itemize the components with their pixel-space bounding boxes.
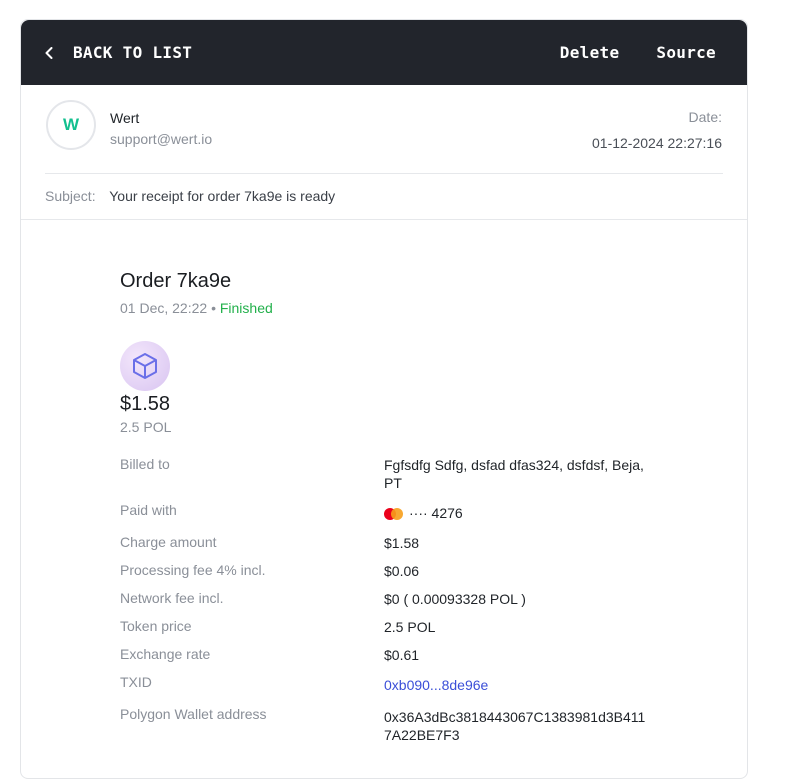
txid-link[interactable]: 0xb090...8de96e — [384, 677, 488, 693]
order-status: Finished — [219, 300, 273, 316]
subject-text: Your receipt for order 7ka9e is ready — [109, 188, 336, 204]
charge-amount-value: $1.58 — [384, 535, 420, 551]
paid-with-value: ···· 4276 — [409, 505, 463, 521]
cube-icon — [133, 353, 157, 379]
detail-row-wallet: Polygon Wallet address 0x36A3dBc38184430… — [120, 706, 680, 752]
meta-separator: • — [211, 300, 216, 316]
sender-avatar: W — [46, 100, 96, 150]
chevron-left-icon — [45, 46, 53, 59]
mastercard-icon — [384, 508, 403, 521]
email-viewer-card: BACK TO LIST Delete Source W Wert suppor… — [20, 19, 748, 779]
billed-to-value: Fgfsdfg Sdfg, dsfad dfas324, dsfdsf, Bej… — [384, 457, 644, 491]
date-value: 01-12-2024 22:27:16 — [592, 135, 722, 151]
date-label: Date: — [688, 109, 722, 125]
order-amount: $1.58 — [120, 393, 171, 415]
detail-row-token-price: Token price 2.5 POL — [120, 618, 680, 646]
paid-with-value-cell: ···· 4276 — [384, 502, 654, 534]
detail-row-charge-amount: Charge amount $1.58 — [120, 534, 680, 562]
wallet-value: 0x36A3dBc3818443067C1383981d3B4117A22BE7… — [384, 709, 646, 743]
order-meta: 01 Dec, 22:22 • Finished — [120, 300, 680, 316]
exchange-rate-label: Exchange rate — [120, 646, 211, 662]
processing-fee-value: $0.06 — [384, 563, 420, 579]
txid-cell: 0xb090...8de96e — [384, 674, 654, 706]
order-datetime: 01 Dec, 22:22 — [120, 300, 208, 316]
receipt-details: Billed to Fgfsdfg Sdfg, dsfad dfas324, d… — [120, 456, 680, 752]
detail-row-txid: TXID 0xb090...8de96e — [120, 674, 680, 706]
order-title: Order 7ka9e — [120, 270, 232, 292]
header-divider — [45, 173, 723, 174]
subject-row: Subject: Your receipt for order 7ka9e is… — [45, 188, 335, 204]
back-to-list-button[interactable]: BACK TO LIST — [45, 43, 192, 62]
wallet-label: Polygon Wallet address — [120, 706, 267, 722]
processing-fee-label: Processing fee 4% incl. — [120, 562, 266, 578]
receipt-summary: Order 7ka9e 01 Dec, 22:22 • Finished $1.… — [120, 270, 680, 435]
exchange-rate-value: $0.61 — [384, 647, 420, 663]
network-fee-label: Network fee incl. — [120, 590, 224, 606]
sender-email: support@wert.io — [110, 131, 213, 147]
token-price-value: 2.5 POL — [384, 619, 436, 635]
detail-row-billed-to: Billed to Fgfsdfg Sdfg, dsfad dfas324, d… — [120, 456, 680, 502]
detail-row-paid-with: Paid with ···· 4276 — [120, 502, 680, 534]
sender-name: Wert — [110, 110, 140, 126]
delete-button[interactable]: Delete — [560, 43, 620, 62]
polygon-cube-icon — [120, 341, 170, 391]
email-toolbar: BACK TO LIST Delete Source — [21, 20, 747, 85]
subject-divider — [21, 219, 747, 220]
back-to-list-label: BACK TO LIST — [73, 43, 193, 62]
detail-row-exchange-rate: Exchange rate $0.61 — [120, 646, 680, 674]
token-price-label: Token price — [120, 618, 192, 634]
network-fee-value: $0 ( 0.00093328 POL ) — [384, 591, 526, 607]
txid-label: TXID — [120, 674, 152, 690]
subject-label: Subject: — [45, 188, 96, 204]
source-button[interactable]: Source — [656, 43, 716, 62]
detail-row-network-fee: Network fee incl. $0 ( 0.00093328 POL ) — [120, 590, 680, 618]
charge-amount-label: Charge amount — [120, 534, 217, 550]
paid-with-label: Paid with — [120, 502, 177, 518]
detail-row-processing-fee: Processing fee 4% incl. $0.06 — [120, 562, 680, 590]
order-amount-token: 2.5 POL — [120, 419, 172, 435]
billed-to-label: Billed to — [120, 456, 170, 472]
